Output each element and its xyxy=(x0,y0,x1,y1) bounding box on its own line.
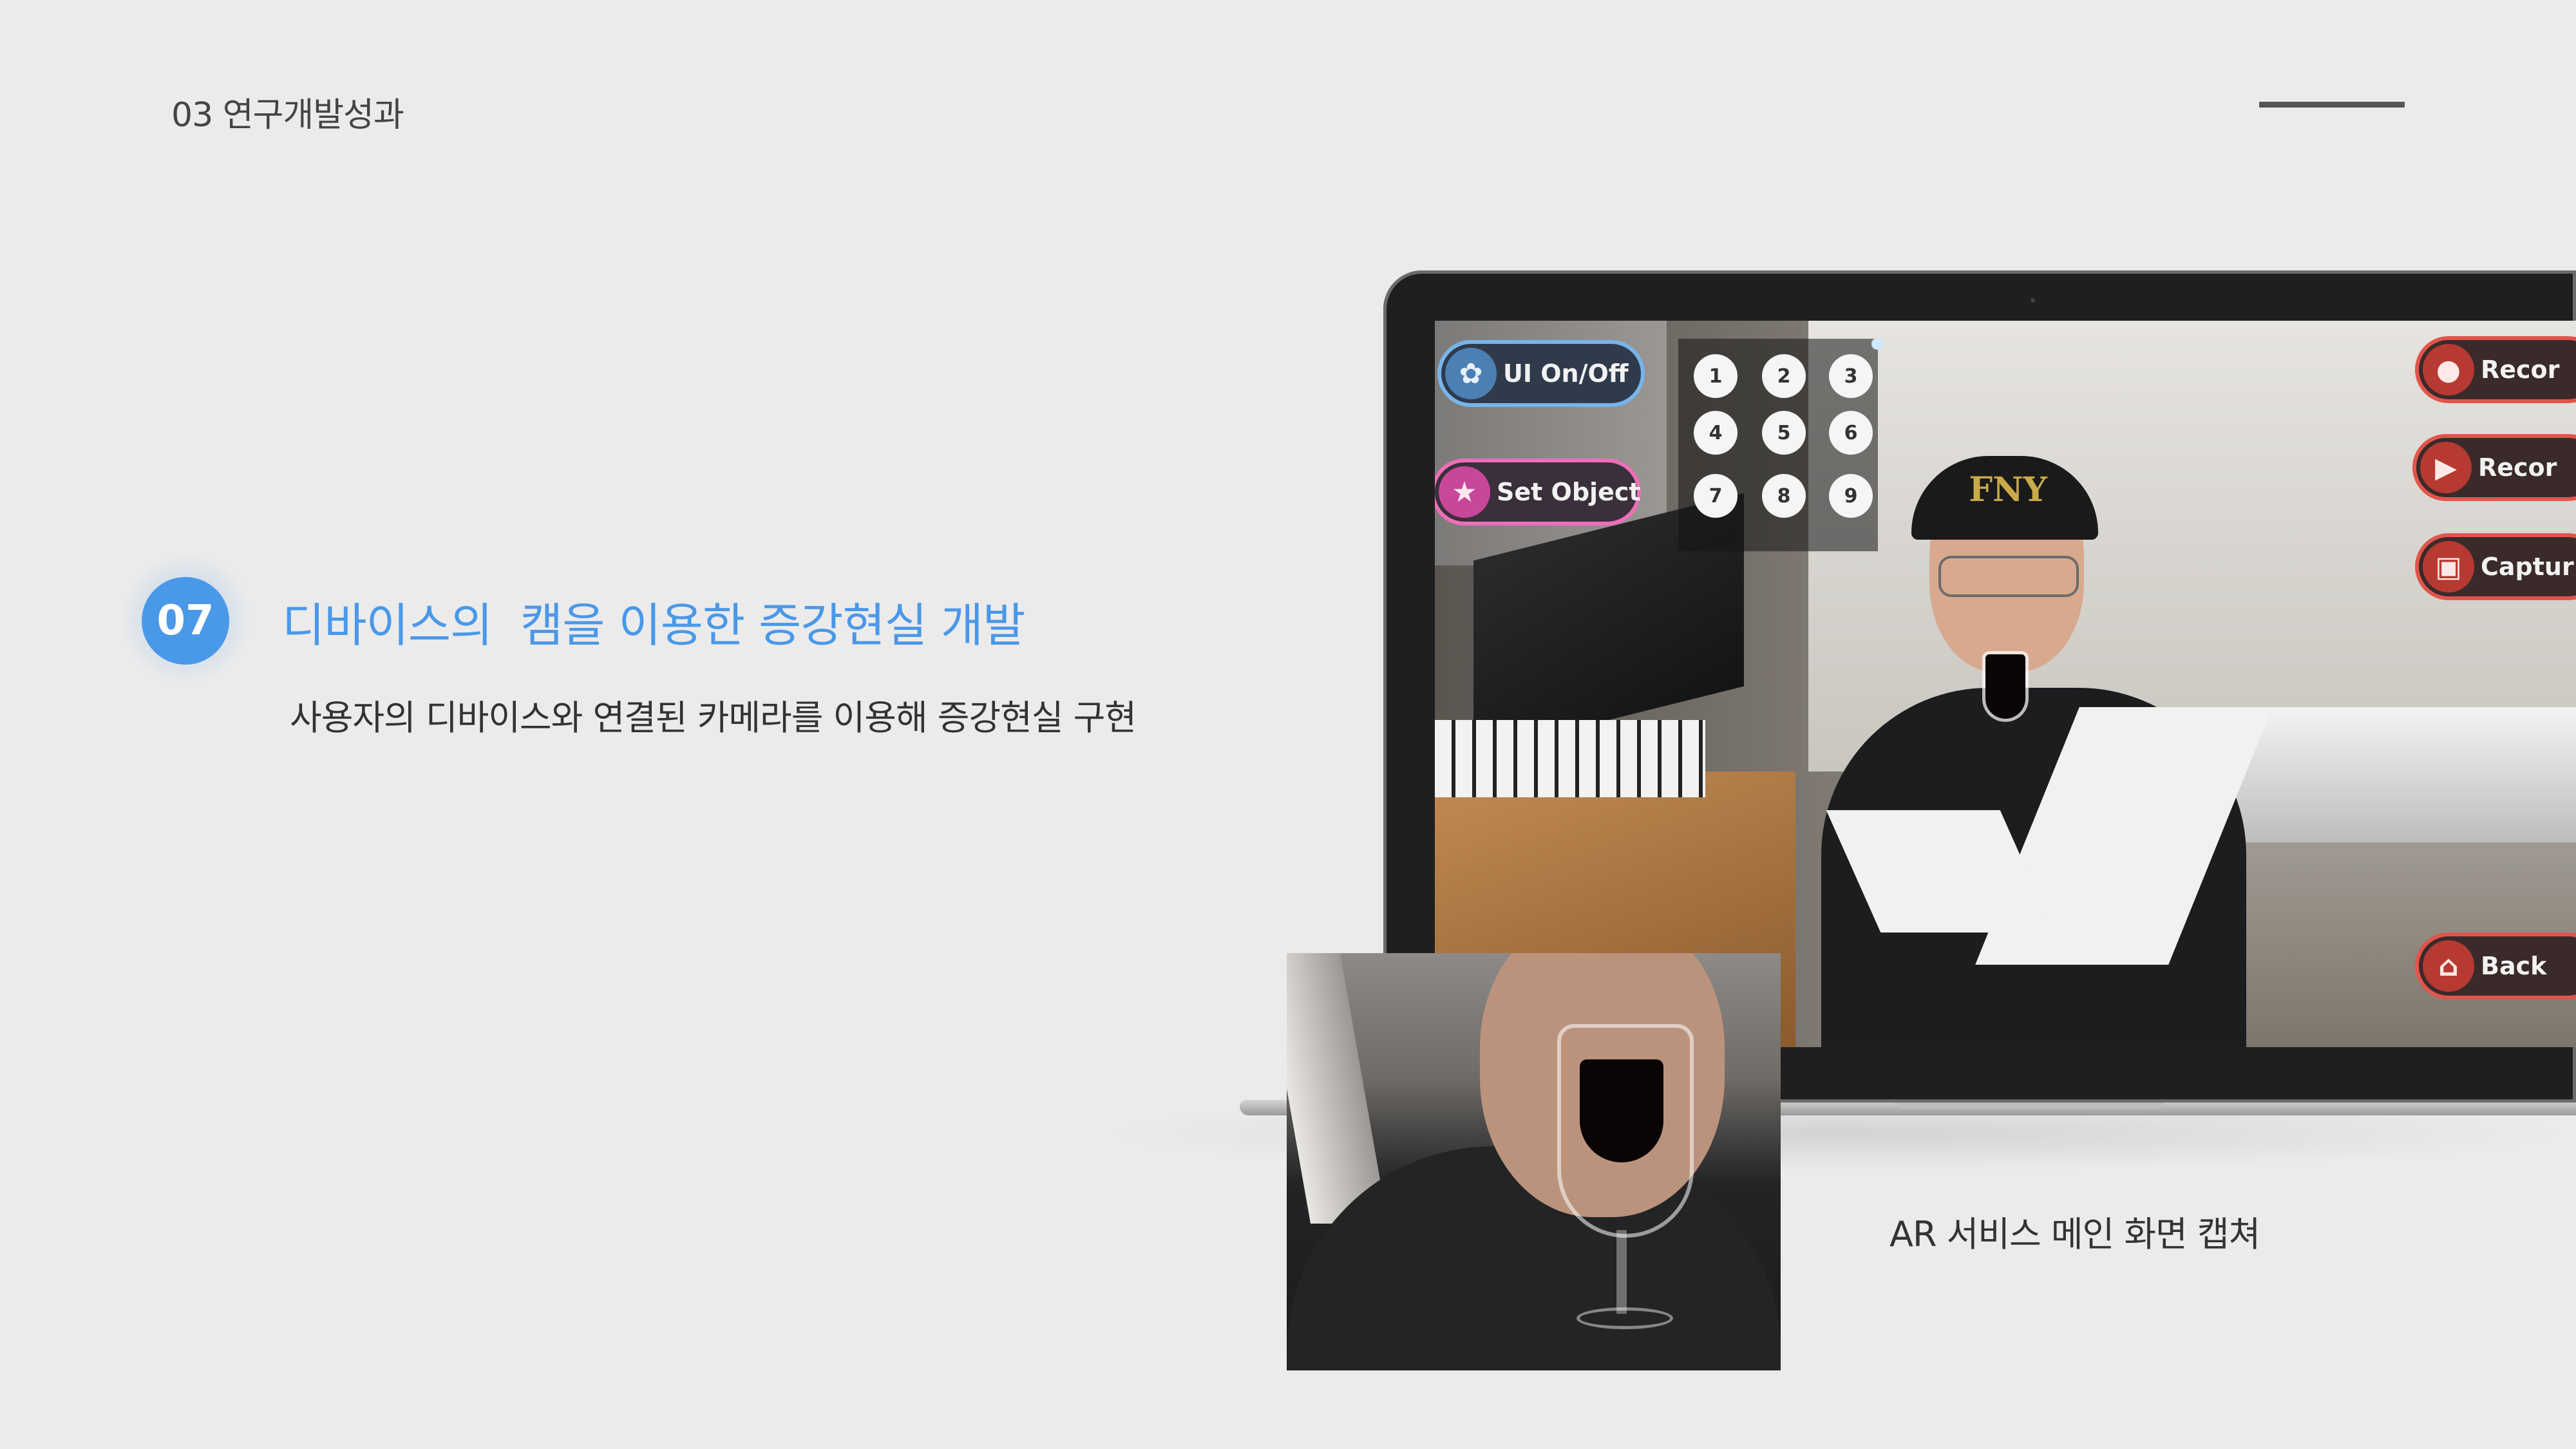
zoom-wine-glass-stem xyxy=(1616,1230,1627,1314)
ar-wine-glass-overlay xyxy=(1985,654,2025,719)
capture-button[interactable]: ▣ Captur xyxy=(2415,533,2576,600)
back-label: Back xyxy=(2481,952,2547,980)
item-description: 사용자의 디바이스와 연결된 카메라를 이용해 증강현실 구현 xyxy=(290,697,1137,738)
record-button[interactable]: ● Recor xyxy=(2415,336,2576,403)
cap-text: FNY xyxy=(1969,470,2047,509)
zoom-inset xyxy=(1287,953,1781,1370)
capture-label: Captur xyxy=(2481,553,2574,581)
numpad-handle[interactable] xyxy=(1871,338,1883,350)
record-play-label: Recor xyxy=(2478,453,2557,482)
item-title: 디바이스의 캠을 이용한 증강현실 개발 xyxy=(282,598,1025,652)
webcam-dot xyxy=(2031,298,2035,303)
ar-screen: FNY ✿ UI On/Off ★ Set Object 1 2 3 4 5 6… xyxy=(1435,321,2576,1047)
image-icon: ▣ xyxy=(2423,541,2474,592)
gear-icon: ✿ xyxy=(1445,348,1497,399)
back-button[interactable]: ⌂ Back xyxy=(2415,933,2576,999)
set-object-button[interactable]: ★ Set Object xyxy=(1435,459,1641,526)
zoom-wine-glass-foot xyxy=(1577,1307,1673,1329)
record-play-button[interactable]: ▶ Recor xyxy=(2412,434,2576,501)
numpad-key-6[interactable]: 6 xyxy=(1829,411,1873,455)
star-icon: ★ xyxy=(1439,466,1490,518)
figure-caption: AR 서비스 메인 화면 캡쳐 xyxy=(1889,1214,2260,1255)
zoom-background-stripe xyxy=(1287,953,1388,1224)
glasses xyxy=(1938,556,2079,597)
numpad-key-7[interactable]: 7 xyxy=(1694,474,1738,518)
keyboard xyxy=(1435,720,1705,797)
item-number-badge: 07 xyxy=(142,577,229,665)
record-label: Recor xyxy=(2481,355,2560,384)
section-label: 03 연구개발성과 xyxy=(171,96,404,135)
numpad-key-4[interactable]: 4 xyxy=(1694,411,1738,455)
numpad-key-8[interactable]: 8 xyxy=(1762,474,1806,518)
ui-toggle-label: UI On/Off xyxy=(1503,359,1629,388)
numpad-key-5[interactable]: 5 xyxy=(1762,411,1806,455)
zoom-wine-glass-fill xyxy=(1580,1059,1663,1162)
set-object-label: Set Object xyxy=(1497,478,1641,506)
home-icon: ⌂ xyxy=(2423,940,2474,992)
play-icon: ▶ xyxy=(2420,442,2472,493)
numpad-key-1[interactable]: 1 xyxy=(1694,354,1738,398)
header-rule xyxy=(2259,102,2405,108)
bed xyxy=(2221,707,2576,842)
numpad-key-9[interactable]: 9 xyxy=(1829,474,1873,518)
numpad-key-3[interactable]: 3 xyxy=(1829,354,1873,398)
microphone-icon: ● xyxy=(2423,344,2474,395)
ui-toggle-button[interactable]: ✿ UI On/Off xyxy=(1437,340,1645,407)
numpad-key-2[interactable]: 2 xyxy=(1762,354,1806,398)
